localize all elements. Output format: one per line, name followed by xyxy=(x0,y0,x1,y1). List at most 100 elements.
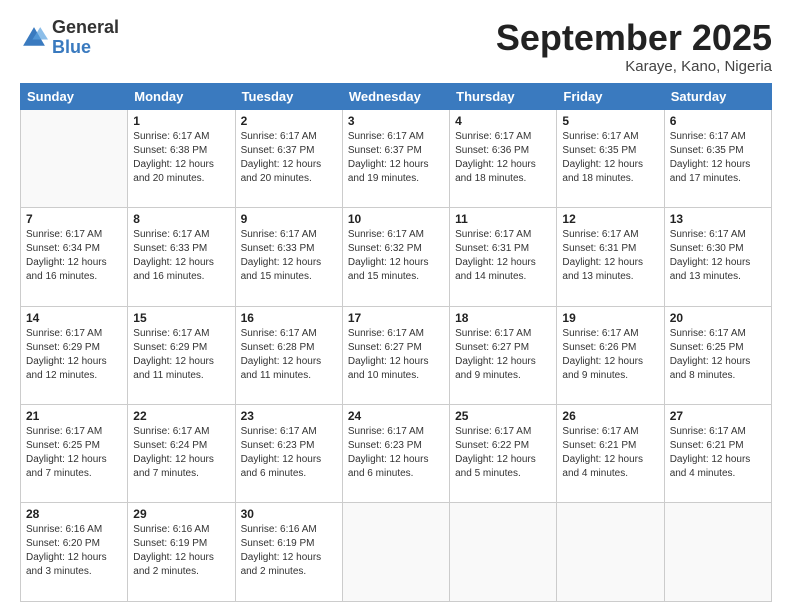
day-cell xyxy=(342,503,449,602)
day-cell: 25Sunrise: 6:17 AM Sunset: 6:22 PM Dayli… xyxy=(450,405,557,503)
day-info: Sunrise: 6:17 AM Sunset: 6:22 PM Dayligh… xyxy=(455,425,551,481)
day-cell: 17 Sunrise: 6:17 AM Sunset: 6:27 PM Dayli… xyxy=(342,306,449,404)
day-info: Sunrise: 6:17 AM Sunset: 6:32 PM Dayligh… xyxy=(348,228,444,284)
day-number: 19 xyxy=(562,311,658,325)
day-info: Sunrise: 6:17 AM Sunset: 6:25 PM Dayligh… xyxy=(670,327,766,383)
day-number: 17 xyxy=(348,311,444,325)
day-number: 5 xyxy=(562,114,658,128)
day-cell: 9 Sunrise: 6:17 AM Sunset: 6:33 PM Daylig… xyxy=(235,208,342,306)
day-info: Sunrise: 6:17 AM Sunset: 6:29 PM Dayligh… xyxy=(133,327,229,383)
day-cell: 2 Sunrise: 6:17 AM Sunset: 6:37 PM Daylig… xyxy=(235,109,342,207)
day-number: 28 xyxy=(26,507,122,521)
logo-blue-text: Blue xyxy=(52,37,91,57)
day-number: 1 xyxy=(133,114,229,128)
day-number: 30 xyxy=(241,507,337,521)
week-row-2: 14 Sunrise: 6:17 AM Sunset: 6:29 PM Dayli… xyxy=(21,306,772,404)
day-cell: 18 Sunrise: 6:17 AM Sunset: 6:27 PM Dayli… xyxy=(450,306,557,404)
day-number: 22 xyxy=(133,409,229,423)
day-info: Sunrise: 6:16 AM Sunset: 6:19 PM Dayligh… xyxy=(241,523,337,579)
col-sunday: Sunday xyxy=(21,83,128,109)
day-number: 14 xyxy=(26,311,122,325)
day-info: Sunrise: 6:17 AM Sunset: 6:27 PM Dayligh… xyxy=(455,327,551,383)
col-saturday: Saturday xyxy=(664,83,771,109)
day-number: 6 xyxy=(670,114,766,128)
day-number: 10 xyxy=(348,212,444,226)
week-row-1: 7 Sunrise: 6:17 AM Sunset: 6:34 PM Daylig… xyxy=(21,208,772,306)
day-cell xyxy=(450,503,557,602)
day-cell: 23 Sunrise: 6:17 AM Sunset: 6:23 PM Dayli… xyxy=(235,405,342,503)
day-number: 26 xyxy=(562,409,658,423)
week-row-4: 28 Sunrise: 6:16 AM Sunset: 6:20 PM Dayli… xyxy=(21,503,772,602)
day-cell: 28 Sunrise: 6:16 AM Sunset: 6:20 PM Dayli… xyxy=(21,503,128,602)
day-cell: 12 Sunrise: 6:17 AM Sunset: 6:31 PM Dayli… xyxy=(557,208,664,306)
day-number: 11 xyxy=(455,212,551,226)
day-number: 24 xyxy=(348,409,444,423)
day-number: 7 xyxy=(26,212,122,226)
week-row-3: 21 Sunrise: 6:17 AM Sunset: 6:25 PM Dayli… xyxy=(21,405,772,503)
day-number: 9 xyxy=(241,212,337,226)
day-cell: 6 Sunrise: 6:17 AM Sunset: 6:35 PM Daylig… xyxy=(664,109,771,207)
day-cell: 24Sunrise: 6:17 AM Sunset: 6:23 PM Dayli… xyxy=(342,405,449,503)
day-info: Sunrise: 6:17 AM Sunset: 6:25 PM Dayligh… xyxy=(26,425,122,481)
day-info: Sunrise: 6:16 AM Sunset: 6:20 PM Dayligh… xyxy=(26,523,122,579)
day-number: 13 xyxy=(670,212,766,226)
day-cell: 15 Sunrise: 6:17 AM Sunset: 6:29 PM Dayli… xyxy=(128,306,235,404)
day-cell xyxy=(557,503,664,602)
day-cell: 10 Sunrise: 6:17 AM Sunset: 6:32 PM Dayli… xyxy=(342,208,449,306)
day-info: Sunrise: 6:17 AM Sunset: 6:38 PM Dayligh… xyxy=(133,130,229,186)
col-wednesday: Wednesday xyxy=(342,83,449,109)
day-cell: 13Sunrise: 6:17 AM Sunset: 6:30 PM Dayli… xyxy=(664,208,771,306)
day-number: 12 xyxy=(562,212,658,226)
day-cell: 26 Sunrise: 6:17 AM Sunset: 6:21 PM Dayli… xyxy=(557,405,664,503)
day-info: Sunrise: 6:17 AM Sunset: 6:35 PM Dayligh… xyxy=(670,130,766,186)
day-cell xyxy=(664,503,771,602)
day-number: 2 xyxy=(241,114,337,128)
title-block: September 2025 Karaye, Kano, Nigeria xyxy=(496,18,772,75)
month-title: September 2025 xyxy=(496,18,772,58)
day-cell: 29Sunrise: 6:16 AM Sunset: 6:19 PM Dayli… xyxy=(128,503,235,602)
day-cell: 3Sunrise: 6:17 AM Sunset: 6:37 PM Daylig… xyxy=(342,109,449,207)
day-info: Sunrise: 6:17 AM Sunset: 6:31 PM Dayligh… xyxy=(455,228,551,284)
day-info: Sunrise: 6:17 AM Sunset: 6:31 PM Dayligh… xyxy=(562,228,658,284)
day-number: 15 xyxy=(133,311,229,325)
day-cell: 7 Sunrise: 6:17 AM Sunset: 6:34 PM Daylig… xyxy=(21,208,128,306)
calendar: Sunday Monday Tuesday Wednesday Thursday… xyxy=(20,83,772,602)
day-cell: 11 Sunrise: 6:17 AM Sunset: 6:31 PM Dayli… xyxy=(450,208,557,306)
day-info: Sunrise: 6:17 AM Sunset: 6:28 PM Dayligh… xyxy=(241,327,337,383)
day-info: Sunrise: 6:17 AM Sunset: 6:36 PM Dayligh… xyxy=(455,130,551,186)
day-info: Sunrise: 6:17 AM Sunset: 6:21 PM Dayligh… xyxy=(670,425,766,481)
day-info: Sunrise: 6:17 AM Sunset: 6:23 PM Dayligh… xyxy=(241,425,337,481)
col-thursday: Thursday xyxy=(450,83,557,109)
day-cell: 20 Sunrise: 6:17 AM Sunset: 6:25 PM Dayli… xyxy=(664,306,771,404)
day-number: 20 xyxy=(670,311,766,325)
day-info: Sunrise: 6:17 AM Sunset: 6:34 PM Dayligh… xyxy=(26,228,122,284)
day-info: Sunrise: 6:17 AM Sunset: 6:33 PM Dayligh… xyxy=(133,228,229,284)
day-cell: 22 Sunrise: 6:17 AM Sunset: 6:24 PM Dayli… xyxy=(128,405,235,503)
day-cell: 19Sunrise: 6:17 AM Sunset: 6:26 PM Dayli… xyxy=(557,306,664,404)
day-info: Sunrise: 6:17 AM Sunset: 6:33 PM Dayligh… xyxy=(241,228,337,284)
day-cell: 8 Sunrise: 6:17 AM Sunset: 6:33 PM Daylig… xyxy=(128,208,235,306)
day-number: 3 xyxy=(348,114,444,128)
day-cell xyxy=(21,109,128,207)
day-cell: 4Sunrise: 6:17 AM Sunset: 6:36 PM Daylig… xyxy=(450,109,557,207)
day-number: 8 xyxy=(133,212,229,226)
day-number: 18 xyxy=(455,311,551,325)
day-cell: 27 Sunrise: 6:17 AM Sunset: 6:21 PM Dayli… xyxy=(664,405,771,503)
day-cell: 30 Sunrise: 6:16 AM Sunset: 6:19 PM Dayli… xyxy=(235,503,342,602)
day-cell: 14Sunrise: 6:17 AM Sunset: 6:29 PM Dayli… xyxy=(21,306,128,404)
day-cell: 16Sunrise: 6:17 AM Sunset: 6:28 PM Dayli… xyxy=(235,306,342,404)
col-friday: Friday xyxy=(557,83,664,109)
subtitle: Karaye, Kano, Nigeria xyxy=(496,58,772,75)
day-number: 27 xyxy=(670,409,766,423)
day-info: Sunrise: 6:17 AM Sunset: 6:21 PM Dayligh… xyxy=(562,425,658,481)
day-cell: 1 Sunrise: 6:17 AM Sunset: 6:38 PM Daylig… xyxy=(128,109,235,207)
day-number: 23 xyxy=(241,409,337,423)
day-info: Sunrise: 6:17 AM Sunset: 6:24 PM Dayligh… xyxy=(133,425,229,481)
header: General Blue September 2025 Karaye, Kano… xyxy=(20,18,772,75)
day-info: Sunrise: 6:17 AM Sunset: 6:37 PM Dayligh… xyxy=(241,130,337,186)
page: General Blue September 2025 Karaye, Kano… xyxy=(0,0,792,612)
day-number: 21 xyxy=(26,409,122,423)
day-info: Sunrise: 6:17 AM Sunset: 6:27 PM Dayligh… xyxy=(348,327,444,383)
logo-icon xyxy=(20,24,48,52)
header-row: Sunday Monday Tuesday Wednesday Thursday… xyxy=(21,83,772,109)
